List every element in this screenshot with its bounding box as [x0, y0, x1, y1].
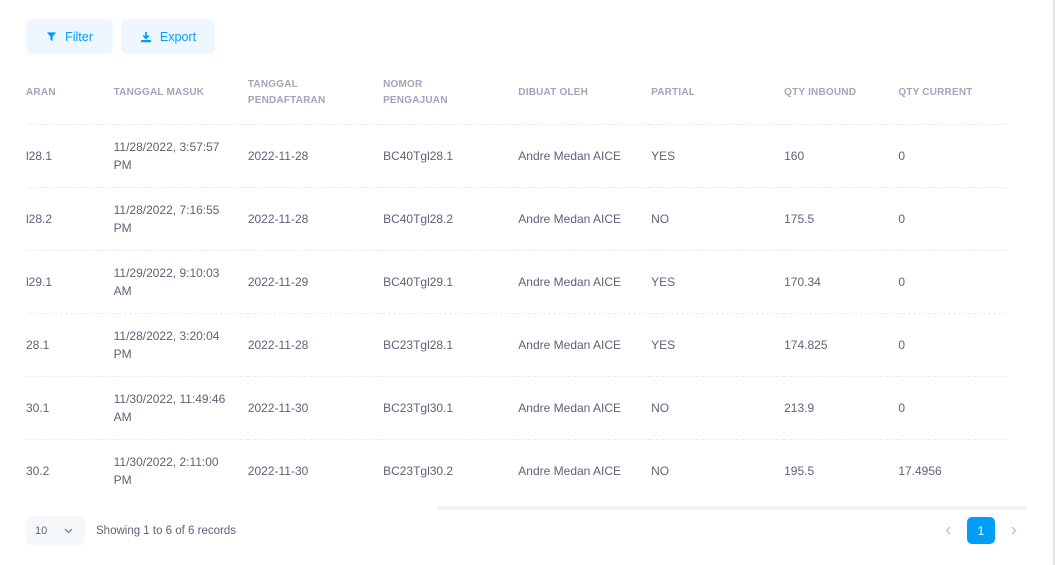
- aju-suffix-cell: l28.1: [26, 124, 114, 188]
- tanggal-pendaftaran-cell: 2022-11-28: [247, 313, 384, 377]
- qty-inbound-cell: 195.5: [784, 463, 815, 478]
- nomor-pengajuan-cell: BC23Tgl30.2: [383, 463, 454, 478]
- table-header-row: ARAN TANGGAL MASUK TANGGAL PENDAFTARAN N…: [26, 62, 1006, 125]
- table-row[interactable]: l28.2 11/28/2022, 7:16:55 PM 2022-11-28 BC4…: [26, 187, 1006, 251]
- dibuat-oleh-cell: Andre Medan AICE: [518, 187, 652, 251]
- qty-current-cell: 17.4956: [898, 463, 942, 478]
- qty-current-cell: 0: [898, 313, 1006, 377]
- export-button[interactable]: Export: [121, 19, 215, 54]
- chevron-down-icon: [64, 525, 73, 537]
- export-button-label: Export: [159, 29, 197, 44]
- qty-current-cell: 0: [898, 250, 1006, 314]
- qty-inbound-cell: 174.825: [784, 313, 899, 377]
- qty-inbound-cell: 160: [784, 124, 899, 188]
- page-size-value: 10: [35, 524, 48, 537]
- chevron-left-icon: [945, 522, 951, 540]
- tanggal-masuk-cell: 11/29/2022, 9:10:03 AM: [113, 250, 248, 314]
- column-header-aran[interactable]: ARAN: [26, 62, 114, 125]
- page-button[interactable]: 1: [967, 517, 995, 544]
- table-row[interactable]: l29.1 11/29/2022, 9:10:03 AM 2022-11-29 BC4…: [26, 250, 1006, 314]
- next-page-button[interactable]: [1003, 518, 1025, 544]
- partial-cell: NO: [651, 187, 785, 251]
- aju-suffix-cell: 28.1: [26, 313, 114, 377]
- column-header-nomor-pengajuan[interactable]: NOMOR PENGAJUAN: [383, 62, 519, 125]
- dibuat-oleh-cell: Andre Medan AICE: [518, 124, 652, 188]
- qty-inbound-cell: 175.5: [784, 187, 899, 251]
- records-info: Showing 1 to 6 of 6 records: [96, 524, 236, 537]
- partial-cell: YES: [651, 313, 785, 377]
- dibuat-oleh-cell: Andre Medan AICE: [518, 313, 652, 377]
- tanggal-masuk-cell: 11/28/2022, 3:20:04 PM: [113, 313, 248, 377]
- qty-inbound-cell: 170.34: [784, 250, 899, 314]
- horizontal-scrollbar[interactable]: [437, 506, 1027, 510]
- partial-cell: YES: [651, 124, 785, 188]
- chevron-right-icon: [1011, 522, 1017, 540]
- partial-cell: NO: [651, 463, 670, 478]
- partial-cell: NO: [651, 376, 785, 440]
- page-size-select[interactable]: 10: [26, 516, 85, 545]
- nomor-pengajuan-cell: BC23Tgl30.1: [383, 376, 519, 440]
- dibuat-oleh-cell: Andre Medan AICE: [518, 376, 652, 440]
- table-row[interactable]: 28.1 11/28/2022, 3:20:04 PM 2022-11-28 BC23…: [26, 313, 1006, 377]
- qty-current-cell: 0: [898, 187, 1006, 251]
- table-row[interactable]: l28.1 11/28/2022, 3:57:57 PM 2022-11-28 BC4…: [26, 124, 1006, 188]
- pagination: 1: [937, 517, 1025, 544]
- column-header-tanggal-pendaftaran[interactable]: TANGGAL PENDAFTARAN: [247, 62, 384, 125]
- filter-button-label: Filter: [65, 29, 93, 44]
- tanggal-pendaftaran-cell: 2022-11-30: [247, 463, 309, 478]
- table-row[interactable]: 30.2 11/30/2022, 2:11:00 PM 2022-11-30 BC23…: [26, 439, 1006, 494]
- nomor-pengajuan-cell: BC23Tgl28.1: [383, 313, 519, 377]
- tanggal-pendaftaran-cell: 2022-11-30: [247, 376, 384, 440]
- tanggal-masuk-cell: 11/28/2022, 7:16:55 PM: [113, 187, 248, 251]
- tanggal-masuk-cell: 11/28/2022, 3:57:57 PM: [113, 124, 248, 188]
- tanggal-masuk-cell: 11/30/2022, 11:49:46 AM: [113, 376, 248, 440]
- column-header-partial[interactable]: PARTIAL: [651, 62, 785, 125]
- tanggal-masuk-cell: 11/30/2022, 2:11:00 PM: [113, 454, 219, 487]
- filter-icon: [46, 31, 57, 42]
- nomor-pengajuan-cell: BC40Tgl29.1: [383, 250, 519, 314]
- aju-suffix-cell: 30.2: [26, 463, 50, 478]
- column-header-tanggal-masuk[interactable]: TANGGAL MASUK: [113, 62, 248, 125]
- tanggal-pendaftaran-cell: 2022-11-28: [247, 124, 384, 188]
- previous-page-button[interactable]: [937, 518, 959, 544]
- column-header-text: NOMOR PENGAJUAN: [383, 78, 448, 106]
- column-header-dibuat-oleh[interactable]: DIBUAT OLEH: [518, 62, 652, 125]
- column-header-qty-current[interactable]: QTY CURRENT: [898, 62, 1006, 125]
- tanggal-pendaftaran-cell: 2022-11-29: [247, 250, 384, 314]
- qty-inbound-cell: 213.9: [784, 376, 899, 440]
- table-footer: 10 Showing 1 to 6 of 6 records: [26, 516, 236, 545]
- column-header-qty-inbound[interactable]: QTY INBOUND: [784, 62, 899, 125]
- partial-cell: YES: [651, 250, 785, 314]
- tanggal-pendaftaran-cell: 2022-11-28: [247, 187, 384, 251]
- table-toolbar: Filter Export: [26, 19, 215, 54]
- filter-button[interactable]: Filter: [26, 19, 113, 54]
- dibuat-oleh-cell: Andre Medan AICE: [518, 250, 652, 314]
- nomor-pengajuan-cell: BC40Tgl28.2: [383, 187, 519, 251]
- qty-current-cell: 0: [898, 124, 1006, 188]
- download-icon: [140, 31, 152, 43]
- aju-suffix-cell: l29.1: [26, 250, 114, 314]
- records-table: ARAN TANGGAL MASUK TANGGAL PENDAFTARAN N…: [26, 62, 1006, 494]
- table-row[interactable]: 30.1 11/30/2022, 11:49:46 AM 2022-11-30 BC2…: [26, 376, 1006, 440]
- qty-current-cell: 0: [898, 376, 1006, 440]
- records-table-container[interactable]: ARAN TANGGAL MASUK TANGGAL PENDAFTARAN N…: [26, 62, 1028, 494]
- dibuat-oleh-cell: Andre Medan AICE: [518, 463, 622, 478]
- aju-suffix-cell: l28.2: [26, 187, 114, 251]
- column-header-text: TANGGAL PENDAFTARAN: [247, 78, 326, 106]
- nomor-pengajuan-cell: BC40Tgl28.1: [383, 124, 519, 188]
- aju-suffix-cell: 30.1: [26, 376, 114, 440]
